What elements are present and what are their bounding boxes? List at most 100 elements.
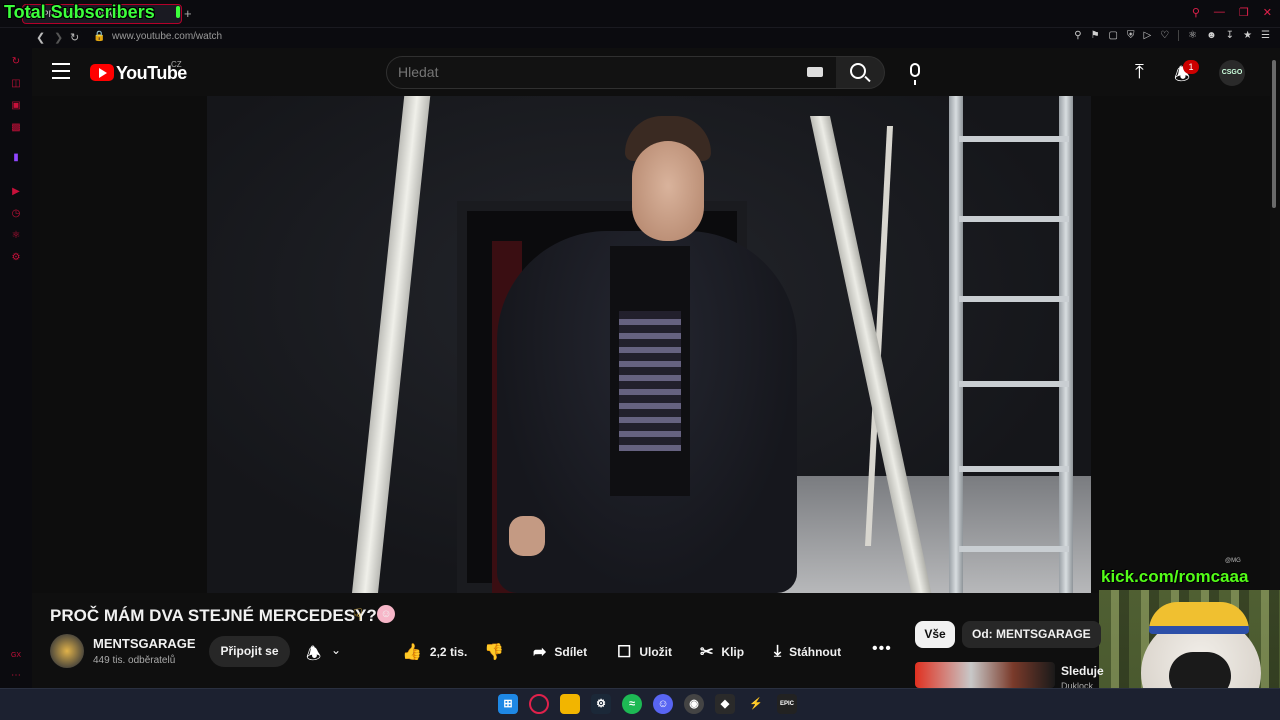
download-label: Stáhnout bbox=[789, 645, 842, 659]
recommended-video-title[interactable]: Sleduje bbox=[1061, 664, 1104, 678]
kick-url-overlay: kick.com/romcaaa bbox=[1101, 567, 1249, 586]
channel-avatar[interactable] bbox=[50, 634, 84, 668]
scissors-icon: ✂ bbox=[700, 644, 714, 661]
recommended-video-thumbnail[interactable] bbox=[915, 662, 1055, 688]
ai-icon[interactable]: ★ bbox=[1243, 30, 1252, 41]
settings-icon[interactable]: ⚙ bbox=[10, 252, 22, 264]
video-title: PROČ MÁM DVA STEJNÉ MERCEDESY? bbox=[50, 606, 377, 625]
forward-icon[interactable]: ❯ bbox=[54, 31, 63, 44]
face-emoji-icon: ☺ bbox=[377, 605, 395, 623]
heart-icon[interactable]: ♡ bbox=[1160, 30, 1169, 41]
dislike-button[interactable]: 👎 bbox=[484, 640, 504, 664]
pointing-hand-emoji-icon: ☟ bbox=[353, 607, 363, 624]
zoom-icon[interactable]: ⚲ bbox=[1074, 30, 1081, 41]
account-avatar[interactable]: CSGO bbox=[1219, 60, 1245, 86]
video-player[interactable] bbox=[207, 96, 1091, 593]
search-icon[interactable] bbox=[850, 63, 866, 79]
chip-all[interactable]: Vše bbox=[915, 621, 955, 648]
webcam-hat bbox=[1149, 602, 1249, 634]
chevron-down-icon[interactable]: ⌄ bbox=[331, 643, 341, 657]
obs-icon[interactable]: ◉ bbox=[684, 694, 704, 714]
ladder-rung bbox=[959, 546, 1069, 552]
microphone-icon[interactable] bbox=[910, 63, 920, 85]
shield-icon[interactable]: ⛨ bbox=[1127, 30, 1135, 41]
subscriber-count: 449 tis. odběratelů bbox=[93, 655, 176, 666]
ladder-rung bbox=[959, 216, 1069, 222]
search-tabs-icon[interactable]: ⚲ bbox=[1192, 6, 1200, 19]
back-icon[interactable]: ❮ bbox=[36, 31, 45, 44]
upload-icon[interactable]: ⤒ bbox=[1135, 62, 1144, 82]
extensions-icon[interactable]: ⚛ bbox=[1188, 30, 1197, 41]
opera-gx-icon[interactable] bbox=[529, 694, 549, 714]
history-icon[interactable]: ↻ bbox=[10, 56, 22, 68]
send-icon[interactable]: ▷ bbox=[1144, 30, 1152, 41]
ladder-rail bbox=[1059, 96, 1073, 593]
extensions-sidebar-icon[interactable]: ⚛ bbox=[10, 230, 22, 242]
video-frame-shirt-print bbox=[619, 311, 681, 451]
gx-label: GX bbox=[10, 652, 22, 659]
browser-tab-bar bbox=[0, 0, 1280, 28]
lock-icon[interactable]: 🔒 bbox=[93, 31, 105, 42]
share-icon: ➦ bbox=[533, 644, 547, 661]
maximize-icon[interactable]: ❐ bbox=[1239, 6, 1249, 19]
youtube-logo-icon[interactable] bbox=[90, 64, 114, 81]
url-field[interactable]: www.youtube.com/watch bbox=[112, 31, 222, 42]
close-icon[interactable]: ✕ bbox=[1263, 6, 1272, 19]
download-arrow-icon: ⤓ bbox=[774, 643, 782, 660]
download-icon[interactable]: ↧ bbox=[1226, 30, 1234, 41]
snapshot-icon[interactable]: ▢ bbox=[1109, 30, 1118, 41]
bookmark-icon: ☐ bbox=[617, 644, 632, 661]
video-frame-face bbox=[632, 141, 704, 241]
download-button[interactable]: ⤓ Stáhnout bbox=[774, 640, 841, 664]
chat-icon[interactable]: ▣ bbox=[10, 100, 22, 112]
ladder-rung bbox=[959, 296, 1069, 302]
minimize-icon[interactable]: — bbox=[1214, 6, 1225, 19]
like-button[interactable]: 👍 2,2 tis. bbox=[402, 640, 467, 664]
share-button[interactable]: ➦ Sdílet bbox=[533, 640, 587, 664]
share-label: Sdílet bbox=[554, 645, 588, 659]
twitch-icon[interactable]: ▮ bbox=[10, 152, 22, 164]
save-button[interactable]: ☐ Uložit bbox=[617, 640, 672, 664]
ladder-rung bbox=[959, 381, 1069, 387]
player-icon[interactable]: ▶ bbox=[10, 186, 22, 198]
clock-icon[interactable]: ◷ bbox=[10, 208, 22, 220]
browser-sidebar: ↻ ◫ ▣ ▩ ▮ ▶ ◷ ⚛ ⚙ GX ⋯ bbox=[0, 48, 32, 688]
ladder-rail bbox=[949, 96, 963, 593]
windows-start-icon[interactable]: ⊞ bbox=[498, 694, 518, 714]
more-actions-icon[interactable]: ••• bbox=[872, 640, 892, 658]
chip-from-channel[interactable]: Od: MENTSGARAGE bbox=[962, 621, 1101, 648]
epic-games-icon[interactable]: EPIC bbox=[777, 694, 797, 714]
discord-taskbar-icon[interactable]: ☺ bbox=[653, 694, 673, 714]
video-frame-ladder bbox=[949, 96, 1077, 593]
video-frame-hand bbox=[509, 516, 545, 556]
profile-icon[interactable]: ☻ bbox=[1206, 30, 1217, 41]
save-label: Uložit bbox=[639, 645, 673, 659]
steam-icon[interactable]: ⚙ bbox=[591, 694, 611, 714]
pin-icon[interactable]: ⚑ bbox=[1091, 30, 1100, 41]
page-scrollbar[interactable] bbox=[1272, 60, 1276, 208]
hamburger-menu-icon[interactable] bbox=[52, 63, 70, 79]
thumbs-up-icon: 👍 bbox=[402, 644, 422, 661]
channel-name[interactable]: MENTSGARAGE bbox=[93, 636, 196, 651]
game-launcher-icon[interactable]: ◆ bbox=[715, 694, 735, 714]
more-icon[interactable]: ⋯ bbox=[10, 670, 22, 682]
stream-overlay-total-subscribers: Total Subscribers bbox=[4, 2, 155, 22]
join-button[interactable]: Připojit se bbox=[209, 636, 290, 667]
like-count: 2,2 tis. bbox=[429, 645, 468, 659]
file-explorer-icon[interactable] bbox=[560, 694, 580, 714]
discord-icon[interactable]: ▩ bbox=[10, 122, 22, 134]
lightning-app-icon[interactable]: ⚡ bbox=[746, 694, 766, 714]
clip-button[interactable]: ✂ Klip bbox=[700, 640, 744, 664]
shop-icon[interactable]: ◫ bbox=[10, 78, 22, 90]
video-watermark: @MG bbox=[1225, 558, 1241, 564]
country-code: CZ bbox=[171, 60, 182, 69]
spotify-icon[interactable]: ≈ bbox=[622, 694, 642, 714]
new-tab-button[interactable]: + bbox=[184, 6, 192, 21]
notifications-badge: 1 bbox=[1183, 60, 1199, 74]
search-input[interactable] bbox=[398, 64, 778, 80]
divider bbox=[1178, 30, 1180, 41]
easy-setup-icon[interactable]: ☰ bbox=[1261, 30, 1270, 41]
subscription-bell-icon[interactable]: 🕭 bbox=[306, 641, 321, 670]
keyboard-icon[interactable] bbox=[807, 67, 823, 77]
reload-icon[interactable]: ↻ bbox=[70, 31, 79, 44]
